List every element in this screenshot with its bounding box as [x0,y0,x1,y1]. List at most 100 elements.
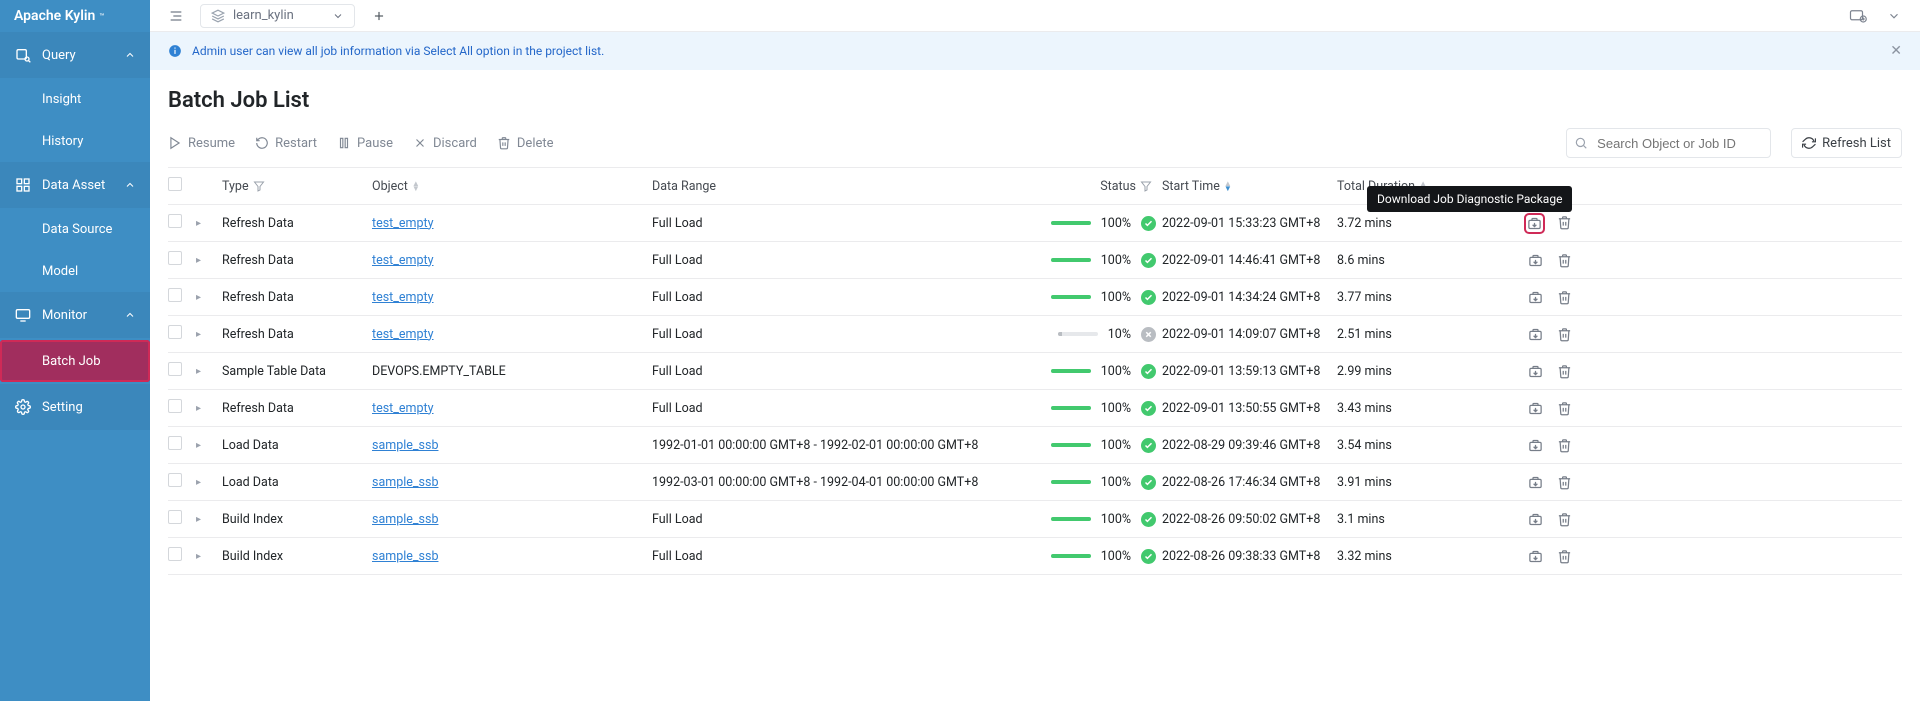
search-input[interactable] [1566,128,1771,158]
delete-row-button[interactable] [1557,512,1572,527]
object-link[interactable]: test_empty [372,290,434,305]
download-diagnostic-button[interactable] [1526,215,1543,232]
row-checkbox[interactable] [168,399,182,413]
row-checkbox[interactable] [168,251,182,265]
object-link[interactable]: test_empty [372,253,434,268]
cell-object: test_empty [372,401,652,416]
object-link[interactable]: test_empty [372,327,434,342]
download-diagnostic-button[interactable] [1528,549,1543,564]
delete-row-button[interactable] [1557,253,1572,268]
object-link[interactable]: sample_ssb [372,475,438,490]
info-icon [168,44,182,58]
row-checkbox[interactable] [168,547,182,561]
row-checkbox[interactable] [168,325,182,339]
cell-duration: 2.51 mins [1337,327,1512,342]
download-diagnostic-button[interactable] [1528,253,1543,268]
sort-icon: ▲▼ [412,181,420,191]
sidebar-item-batch-job[interactable]: Batch Job [0,340,150,382]
download-diagnostic-button[interactable] [1528,438,1543,453]
expand-caret-icon[interactable]: ▸ [196,514,222,525]
delete-row-button[interactable] [1557,290,1572,305]
nav-group-monitor[interactable]: Monitor [0,292,150,338]
expand-caret-icon[interactable]: ▸ [196,255,222,266]
row-checkbox[interactable] [168,214,182,228]
col-start-time[interactable]: Start Time ▲▼ [1162,179,1337,194]
expand-caret-icon[interactable]: ▸ [196,292,222,303]
row-checkbox[interactable] [168,288,182,302]
diagnostic-icon[interactable] [1846,4,1870,28]
object-link[interactable]: sample_ssb [372,549,438,564]
progress-bar [1051,443,1091,447]
expand-caret-icon[interactable]: ▸ [196,366,222,377]
restart-button[interactable]: Restart [255,136,317,151]
close-icon[interactable]: ✕ [1890,43,1902,59]
resume-label: Resume [188,136,235,151]
info-banner: Admin user can view all job information … [150,32,1920,70]
cell-start: 2022-08-26 09:38:33 GMT+8 [1162,549,1337,564]
cell-type: Refresh Data [222,216,372,231]
row-checkbox[interactable] [168,362,182,376]
object-link[interactable]: sample_ssb [372,512,438,527]
progress-pct: 100% [1101,549,1131,564]
download-diagnostic-button[interactable] [1528,475,1543,490]
sidebar-item-setting[interactable]: Setting [0,384,150,430]
sidebar-item-insight[interactable]: Insight [0,78,150,120]
delete-button[interactable]: Delete [497,136,554,151]
download-diagnostic-button[interactable] [1528,364,1543,379]
cell-type: Refresh Data [222,327,372,342]
discard-button[interactable]: Discard [413,136,477,151]
expand-caret-icon[interactable]: ▸ [196,218,222,229]
progress-pct: 100% [1101,290,1131,305]
cell-type: Build Index [222,512,372,527]
object-link[interactable]: sample_ssb [372,438,438,453]
resume-button[interactable]: Resume [168,136,235,151]
cell-actions [1512,475,1572,490]
delete-row-button[interactable] [1557,364,1572,379]
cell-object: test_empty [372,327,652,342]
select-all-checkbox[interactable] [168,177,182,191]
delete-row-button[interactable] [1557,438,1572,453]
delete-row-button[interactable] [1557,215,1572,232]
delete-row-button[interactable] [1557,401,1572,416]
sidebar-item-data-source[interactable]: Data Source [0,208,150,250]
sidebar-toggle-icon[interactable] [164,4,188,28]
cell-range: Full Load [652,549,1012,564]
delete-row-button[interactable] [1557,475,1572,490]
object-link[interactable]: test_empty [372,216,434,231]
download-diagnostic-button[interactable] [1528,290,1543,305]
col-status[interactable]: Status [1012,179,1162,194]
expand-caret-icon[interactable]: ▸ [196,329,222,340]
download-diagnostic-button[interactable] [1528,401,1543,416]
table-row: ▸ Build Index sample_ssb Full Load 100% … [168,538,1902,575]
cell-status: 100% [1012,290,1162,305]
col-type[interactable]: Type [222,179,372,194]
download-diagnostic-button[interactable] [1528,512,1543,527]
expand-caret-icon[interactable]: ▸ [196,403,222,414]
pause-button[interactable]: Pause [337,136,393,151]
row-checkbox[interactable] [168,473,182,487]
add-project-button[interactable] [367,4,391,28]
cell-duration: 3.77 mins [1337,290,1512,305]
col-object[interactable]: Object ▲▼ [372,179,652,194]
progress-bar [1051,406,1091,410]
project-selector[interactable]: learn_kylin [200,4,355,28]
sidebar: Apache Kylin ™ Query Insight History Dat… [0,0,150,701]
refresh-button[interactable]: Refresh List [1791,128,1902,158]
object-link[interactable]: test_empty [372,401,434,416]
nav-group-data-asset[interactable]: Data Asset [0,162,150,208]
row-checkbox[interactable] [168,510,182,524]
row-checkbox[interactable] [168,436,182,450]
expand-caret-icon[interactable]: ▸ [196,551,222,562]
chevron-down-icon[interactable] [1882,4,1906,28]
sidebar-item-model[interactable]: Model [0,250,150,292]
expand-caret-icon[interactable]: ▸ [196,440,222,451]
delete-row-button[interactable] [1557,549,1572,564]
sidebar-item-history[interactable]: History [0,120,150,162]
delete-row-button[interactable] [1557,327,1572,342]
cell-actions [1512,549,1572,564]
download-diagnostic-button[interactable] [1528,327,1543,342]
delete-label: Delete [517,136,554,151]
expand-caret-icon[interactable]: ▸ [196,477,222,488]
nav-group-query[interactable]: Query [0,32,150,78]
sidebar-item-label: Insight [42,92,81,107]
